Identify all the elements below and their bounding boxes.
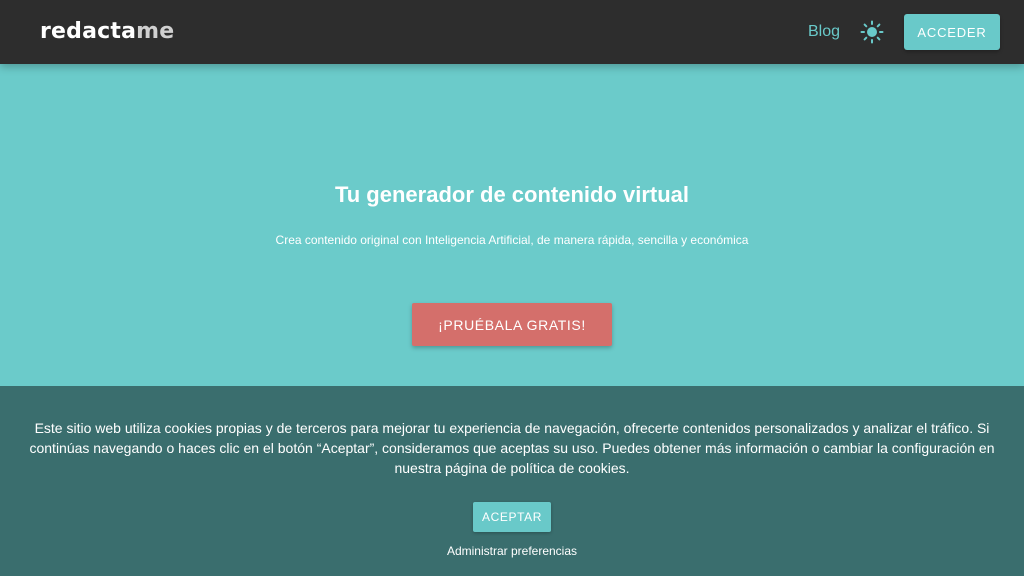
cookie-notice-text: Este sitio web utiliza cookies propias y… [29,420,995,476]
manage-preferences-link[interactable]: Administrar preferencias [0,543,1024,559]
logo-text-accent: me [136,19,175,44]
cookie-banner: Este sitio web utiliza cookies propias y… [0,386,1024,576]
logo-text-main: redacta [40,19,137,44]
hero-title: Tu generador de contenido virtual [334,182,690,207]
hero-subtitle: Crea contenido original con Inteligencia… [275,233,749,247]
top-navbar: redactame Blog ACCEDER [0,0,1024,64]
login-button[interactable]: ACCEDER [904,14,1000,50]
try-free-button[interactable]: ¡PRUÉBALA GRATIS! [412,303,612,346]
sun-icon [860,20,884,44]
accept-cookies-button[interactable]: ACEPTAR [473,502,551,532]
theme-toggle-button[interactable] [860,20,884,44]
nav-blog-link[interactable]: Blog [808,21,840,43]
brand-logo[interactable]: redactame [40,17,174,47]
